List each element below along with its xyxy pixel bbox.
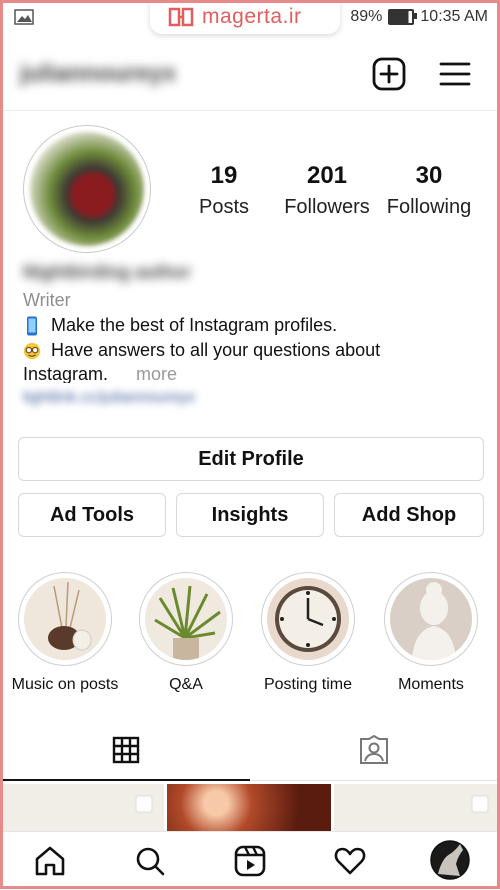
highlight-moments[interactable]: Moments xyxy=(376,572,486,694)
hamburger-menu-icon[interactable] xyxy=(437,56,473,92)
highlight-ring xyxy=(384,572,478,666)
new-post-plus-icon[interactable] xyxy=(371,56,407,92)
display-name: Nightbirding author xyxy=(23,262,191,282)
bio-website-link[interactable]: lightlink.cc/juliannoureyx xyxy=(23,389,483,407)
post-thumbnail[interactable] xyxy=(167,784,331,832)
highlight-cover xyxy=(24,578,106,660)
highlight-label: Q&A xyxy=(169,676,203,693)
post-thumbnail[interactable] xyxy=(0,784,164,832)
highlight-qa[interactable]: Q&A xyxy=(131,572,241,694)
reels-icon[interactable] xyxy=(233,844,267,878)
highlight-cover xyxy=(145,578,227,660)
gallery-notification-icon xyxy=(14,9,34,25)
book-logo-icon xyxy=(168,7,194,27)
highlight-music-on-posts[interactable]: Music on posts xyxy=(10,572,120,694)
highlight-label: Music on posts xyxy=(11,676,119,693)
stat-posts[interactable]: 19 Posts xyxy=(195,162,253,219)
highlight-ring xyxy=(139,572,233,666)
bio-line: Make the best of Instagram profiles. xyxy=(23,315,483,336)
followers-label: Followers xyxy=(284,196,370,218)
following-count: 30 xyxy=(415,162,443,189)
bio-text: Make the best of Instagram profiles. xyxy=(51,315,338,335)
grid-icon xyxy=(112,736,140,764)
stat-followers[interactable]: 201 Followers xyxy=(283,162,371,219)
insights-button[interactable]: Insights xyxy=(176,493,324,537)
clock: 10:35 AM xyxy=(420,8,488,25)
home-icon[interactable] xyxy=(33,844,67,878)
watermark: magerta.ir xyxy=(150,0,340,34)
tab-grid[interactable] xyxy=(2,720,250,780)
username[interactable]: juliannoureyx xyxy=(20,60,176,88)
mobile-phone-icon xyxy=(27,316,37,335)
highlight-label: Posting time xyxy=(263,676,353,693)
tagged-person-icon xyxy=(360,735,388,764)
bio-text: Have answers to all your questions about xyxy=(51,340,381,360)
post-thumbnail[interactable] xyxy=(334,784,500,832)
profile-avatar[interactable] xyxy=(430,840,470,880)
battery-icon xyxy=(388,9,418,25)
heart-icon[interactable] xyxy=(333,844,367,878)
status-right: 89% 10:35 AM xyxy=(350,8,488,26)
profile-category: Writer xyxy=(23,290,71,310)
bio-line: Instagram. more xyxy=(23,365,483,383)
search-icon[interactable] xyxy=(133,844,167,878)
nerd-face-icon xyxy=(23,342,41,359)
bio-text: Instagram. xyxy=(23,365,109,383)
following-label: Following xyxy=(386,196,472,218)
highlight-cover xyxy=(267,578,349,660)
active-tab-indicator xyxy=(2,779,250,781)
profile-avatar[interactable] xyxy=(23,125,151,253)
tab-tagged[interactable] xyxy=(250,720,498,780)
add-shop-button[interactable]: Add Shop xyxy=(334,493,484,537)
posts-count: 19 xyxy=(210,162,238,189)
highlight-posting-time[interactable]: Posting time xyxy=(253,572,363,694)
edit-profile-button[interactable]: Edit Profile xyxy=(18,437,484,481)
avatar-photo xyxy=(30,132,144,246)
profile-header: juliannoureyx xyxy=(0,40,500,111)
highlight-ring xyxy=(261,572,355,666)
more-link[interactable]: more xyxy=(136,365,177,383)
highlight-label: Moments xyxy=(398,676,464,693)
bottom-navigation xyxy=(0,831,500,890)
highlight-ring xyxy=(18,572,112,666)
profile-bio: Nightbirding author Writer Make the best… xyxy=(23,262,483,407)
bio-line: Have answers to all your questions about xyxy=(23,340,483,361)
ad-tools-button[interactable]: Ad Tools xyxy=(18,493,166,537)
followers-count: 201 xyxy=(306,162,348,189)
watermark-text: magerta.ir xyxy=(202,5,302,28)
posts-label: Posts xyxy=(198,196,250,218)
battery-percent: 89% xyxy=(350,8,383,25)
stat-following[interactable]: 30 Following xyxy=(385,162,473,219)
highlight-cover xyxy=(390,578,472,660)
post-grid xyxy=(0,784,500,832)
